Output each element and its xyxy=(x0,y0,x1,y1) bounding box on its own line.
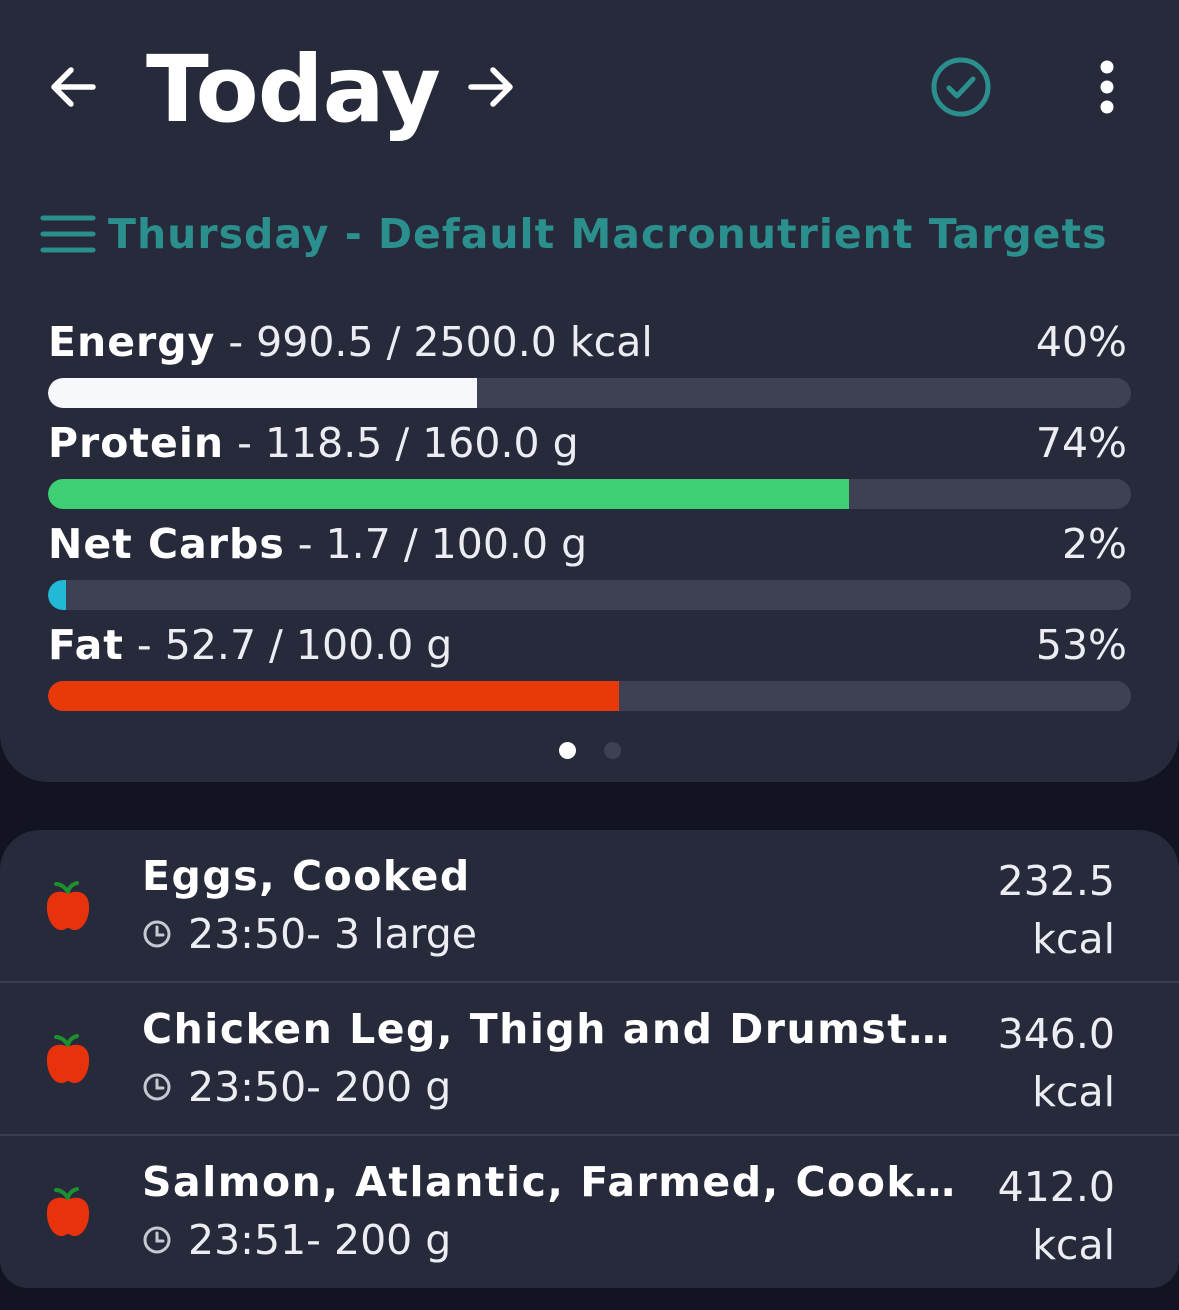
entry-meta: 23:51 - 200 g xyxy=(142,1216,451,1264)
kcal-unit: kcal xyxy=(1032,1221,1115,1269)
macro-percent: 53% xyxy=(1035,621,1127,669)
more-options-button[interactable] xyxy=(1072,52,1142,122)
clock-icon xyxy=(143,1226,171,1254)
apple-icon xyxy=(46,1034,90,1084)
app-header: Today xyxy=(0,0,1179,180)
macro-net-carbs: Net Carbs - 1.7 / 100.0 g 2% xyxy=(48,516,1131,610)
progress-bar xyxy=(48,681,1131,711)
macro-name: Energy xyxy=(48,318,216,366)
macro-protein: Protein - 118.5 / 160.0 g 74% xyxy=(48,415,1131,509)
apple-icon xyxy=(46,1187,90,1237)
list-item[interactable]: Eggs, Cooked 23:50 - 3 large 232.5 kcal xyxy=(0,830,1179,983)
macro-name: Protein xyxy=(48,419,225,467)
entry-energy: 412.0 kcal xyxy=(998,1158,1115,1274)
clock-icon xyxy=(143,920,171,948)
food-name: Salmon, Atlantic, Farmed, Cooked xyxy=(142,1158,962,1206)
list-item[interactable]: Chicken Leg, Thigh and Drumstick, S… 23:… xyxy=(0,983,1179,1136)
progress-fill xyxy=(48,378,477,408)
progress-fill xyxy=(48,479,850,509)
entry-meta: 23:50 - 200 g xyxy=(142,1063,451,1111)
complete-day-button[interactable] xyxy=(926,52,996,122)
entry-time: 23:50 xyxy=(188,910,307,958)
entry-meta: 23:50 - 3 large xyxy=(142,910,477,958)
arrow-left-icon xyxy=(51,67,96,107)
macro-name: Fat xyxy=(48,621,124,669)
arrow-right-icon xyxy=(468,67,513,107)
page-indicator[interactable] xyxy=(0,738,1179,762)
macro-name: Net Carbs xyxy=(48,520,285,568)
macro-percent: 74% xyxy=(1035,419,1127,467)
check-circle-icon xyxy=(931,57,991,117)
page-dot[interactable] xyxy=(603,741,621,759)
kcal-value: 412.0 xyxy=(997,1163,1115,1211)
entry-amount: - 3 large xyxy=(306,910,478,958)
food-name: Chicken Leg, Thigh and Drumstick, S… xyxy=(142,1005,962,1053)
food-name: Eggs, Cooked xyxy=(142,852,471,900)
entry-time: 23:51 xyxy=(188,1216,307,1264)
more-vertical-icon xyxy=(1100,60,1114,114)
targets-label: Thursday - Default Macronutrient Targets xyxy=(108,210,1108,258)
targets-selector[interactable]: Thursday - Default Macronutrient Targets xyxy=(40,196,1106,272)
macro-detail: - 118.5 / 160.0 g xyxy=(224,419,579,467)
kcal-unit: kcal xyxy=(1032,915,1115,963)
entry-time: 23:50 xyxy=(188,1063,307,1111)
kcal-unit: kcal xyxy=(1032,1068,1115,1116)
clock-icon xyxy=(143,1073,171,1101)
macro-percent: 2% xyxy=(1061,520,1127,568)
food-entry-list: Eggs, Cooked 23:50 - 3 large 232.5 kcal … xyxy=(0,830,1179,1288)
progress-fill xyxy=(48,681,619,711)
apple-icon xyxy=(46,881,90,931)
summary-card: Today Thursday - Default Macronutrient T… xyxy=(0,0,1179,782)
kcal-value: 232.5 xyxy=(997,857,1115,905)
menu-lines-icon xyxy=(40,196,96,272)
macro-fat: Fat - 52.7 / 100.0 g 53% xyxy=(48,617,1131,711)
page-title: Today xyxy=(146,36,441,143)
kcal-value: 346.0 xyxy=(997,1010,1115,1058)
entry-energy: 346.0 kcal xyxy=(998,1005,1115,1121)
macro-detail: - 52.7 / 100.0 g xyxy=(123,621,453,669)
progress-bar xyxy=(48,378,1131,408)
previous-day-button[interactable] xyxy=(38,52,108,122)
macro-energy: Energy - 990.5 / 2500.0 kcal 40% xyxy=(48,314,1131,408)
list-item[interactable]: Salmon, Atlantic, Farmed, Cooked 23:51 -… xyxy=(0,1136,1179,1288)
next-day-button[interactable] xyxy=(456,52,526,122)
progress-fill xyxy=(48,580,67,610)
entry-energy: 232.5 kcal xyxy=(998,852,1115,968)
page-dot[interactable] xyxy=(558,741,576,759)
progress-bar xyxy=(48,479,1131,509)
macro-detail: - 990.5 / 2500.0 kcal xyxy=(215,318,653,366)
macro-percent: 40% xyxy=(1035,318,1127,366)
entry-amount: - 200 g xyxy=(306,1063,452,1111)
entry-amount: - 200 g xyxy=(306,1216,452,1264)
macro-detail: - 1.7 / 100.0 g xyxy=(284,520,588,568)
progress-bar xyxy=(48,580,1131,610)
